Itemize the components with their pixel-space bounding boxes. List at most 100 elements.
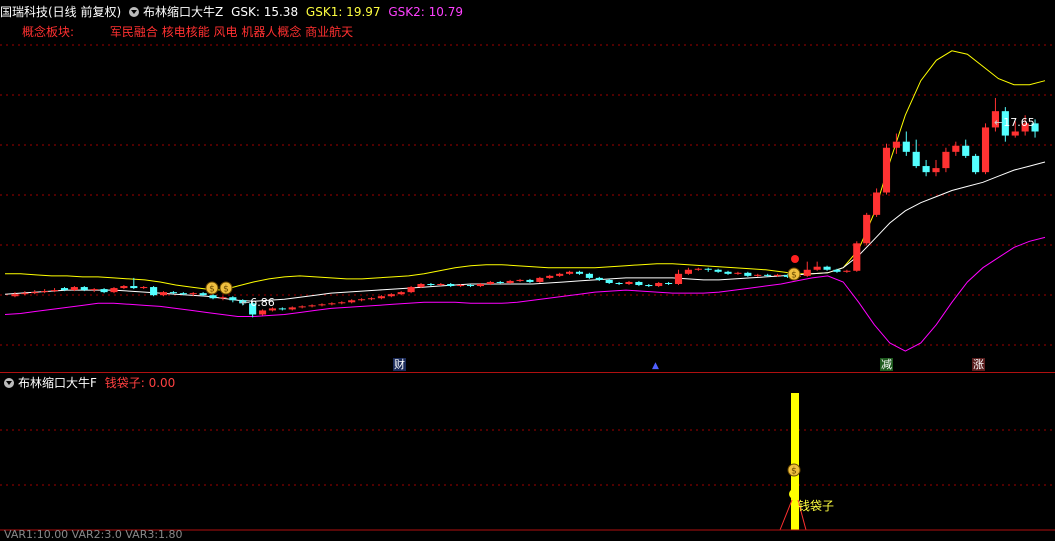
candle <box>536 277 544 282</box>
candle <box>773 274 782 276</box>
candle <box>981 127 990 173</box>
candle <box>179 293 187 295</box>
candle <box>803 269 811 276</box>
candle <box>338 302 346 304</box>
candle <box>51 290 59 292</box>
candle <box>506 280 514 283</box>
money-bag-icon-symbol: $ <box>209 285 215 295</box>
candle <box>80 287 88 291</box>
candle <box>566 271 574 274</box>
candle <box>962 145 970 156</box>
sub-indicator-name[interactable]: 布林缩口大牛F <box>18 376 97 390</box>
candle <box>744 272 752 276</box>
candle <box>922 166 930 173</box>
candle <box>575 271 584 274</box>
candle <box>60 288 69 291</box>
kline-chart[interactable]: $ $ $ $ <box>0 0 1055 538</box>
candle <box>466 285 475 287</box>
candle <box>843 270 851 272</box>
candle <box>813 266 821 270</box>
money-bag-icon-symbol: $ <box>791 271 797 281</box>
candle <box>318 304 326 306</box>
candle <box>655 282 663 287</box>
candle <box>972 155 980 173</box>
candle <box>684 269 692 274</box>
candle <box>912 151 920 167</box>
candle <box>407 287 415 293</box>
candle <box>140 287 148 289</box>
candle <box>110 288 118 293</box>
financial-report-marker[interactable]: 财 <box>393 358 406 371</box>
candle <box>665 282 673 284</box>
candle <box>41 291 49 293</box>
signal-line <box>779 499 793 531</box>
candle <box>863 214 871 244</box>
candle <box>358 299 366 301</box>
candle <box>367 298 376 300</box>
candle <box>447 284 455 287</box>
candle <box>724 271 732 274</box>
candle <box>605 279 613 283</box>
candle <box>496 281 504 283</box>
candle <box>476 284 484 287</box>
candle <box>734 272 742 274</box>
signal-dot <box>791 255 799 263</box>
candle <box>585 273 593 278</box>
candle <box>625 281 633 284</box>
candle <box>328 303 336 305</box>
candle <box>169 292 177 294</box>
bottom-status: VAR1:10.00 VAR2:3.0 VAR3:1.80 <box>4 528 183 541</box>
sub-header: 布林缩口大牛F 钱袋子: 0.00 <box>4 375 179 391</box>
reduce-holding-marker[interactable]: 减 <box>880 358 893 371</box>
candle <box>397 292 405 295</box>
sub-indicator-dropdown-icon[interactable] <box>4 377 14 388</box>
money-bag-icon-symbol: $ <box>791 467 797 477</box>
candle <box>31 292 39 294</box>
candle <box>1011 131 1019 136</box>
candle <box>645 285 653 287</box>
candle <box>209 295 217 299</box>
high-price-label: ←17.65 <box>994 116 1035 129</box>
candle <box>942 151 950 169</box>
candle <box>298 306 306 308</box>
candle <box>486 281 494 284</box>
candle <box>556 273 564 276</box>
limit-up-marker[interactable]: 涨 <box>972 358 985 371</box>
candle <box>764 274 772 276</box>
candle <box>387 294 395 297</box>
candle <box>714 269 722 272</box>
candle <box>278 308 286 310</box>
candle <box>417 284 425 288</box>
candle <box>100 289 108 293</box>
candle <box>199 293 207 296</box>
candle <box>694 268 702 270</box>
candle <box>754 274 762 276</box>
candle <box>635 281 643 286</box>
money-bag-icon-symbol: $ <box>223 285 229 295</box>
candle <box>90 289 98 291</box>
candle <box>229 297 237 301</box>
candle <box>308 305 316 307</box>
candle <box>526 279 534 282</box>
low-price-label: ←6.86 <box>241 296 275 309</box>
candle <box>70 287 78 291</box>
candle <box>150 287 158 296</box>
candle <box>258 310 267 315</box>
panel-separator[interactable] <box>0 372 1055 373</box>
candle <box>120 286 128 289</box>
candle <box>853 243 861 271</box>
candle <box>833 269 841 272</box>
candle <box>21 293 29 295</box>
candle <box>377 296 385 299</box>
candle <box>952 145 960 152</box>
candle <box>457 285 465 287</box>
candle <box>437 284 445 286</box>
candle <box>892 141 900 148</box>
candle <box>516 279 524 281</box>
candle <box>823 266 831 270</box>
candle <box>674 273 683 284</box>
signal-point <box>789 489 799 499</box>
sub-indicator-value: 钱袋子: 0.00 <box>104 376 176 390</box>
candle <box>873 192 881 215</box>
candle <box>11 294 19 297</box>
